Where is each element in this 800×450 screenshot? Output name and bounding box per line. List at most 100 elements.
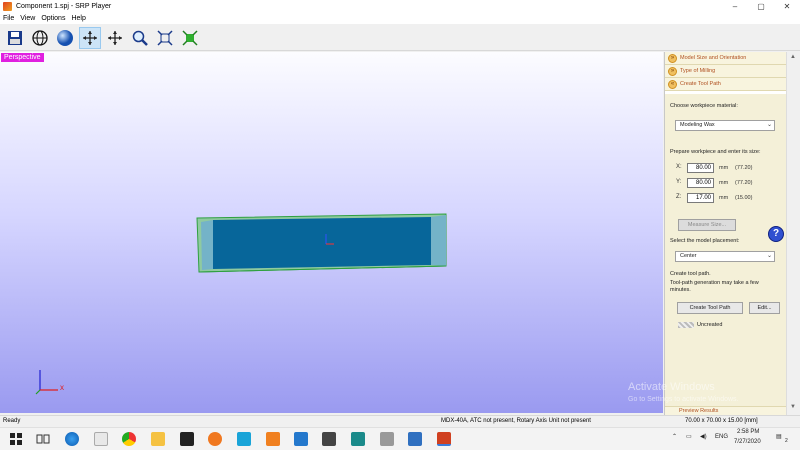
clock-time[interactable]: 2:58 PM bbox=[737, 429, 759, 435]
menu-help[interactable]: Help bbox=[71, 15, 85, 22]
move-icon[interactable] bbox=[79, 26, 101, 49]
chevron-down-icon: » bbox=[668, 53, 677, 63]
chevron-down-icon: ⌄ bbox=[766, 253, 772, 259]
pan-icon[interactable] bbox=[104, 27, 126, 49]
toolbar bbox=[0, 25, 800, 51]
y-label: Y: bbox=[676, 179, 682, 185]
chevron-down-icon: ⌄ bbox=[766, 122, 772, 128]
status-bar: Ready MDX-40A, ATC not present, Rotary A… bbox=[0, 415, 800, 427]
app-icon[interactable] bbox=[351, 432, 365, 446]
z-label: Z: bbox=[676, 194, 682, 200]
material-value: Modeling Wax bbox=[680, 122, 715, 128]
notification-icon[interactable]: ▤ bbox=[776, 433, 782, 440]
panel-scrollbar[interactable]: ▲ ▼ bbox=[786, 52, 800, 415]
size-label: Prepare workpiece and enter its size: bbox=[670, 149, 761, 155]
step-type-of-milling[interactable]: » Type of Milling bbox=[665, 65, 786, 78]
measure-size-button[interactable]: Measure Size... bbox=[678, 219, 736, 231]
srp-player-icon[interactable] bbox=[437, 432, 451, 446]
3d-viewport[interactable]: Perspective x bbox=[0, 52, 663, 413]
chrome-icon[interactable] bbox=[122, 432, 136, 446]
notification-badge: 2 bbox=[785, 438, 788, 444]
menu-view[interactable]: View bbox=[20, 15, 35, 22]
create-label: Create tool path. bbox=[670, 271, 711, 277]
app-icon[interactable] bbox=[266, 432, 280, 446]
x-unit: mm bbox=[719, 165, 729, 171]
help-icon[interactable]: ? bbox=[768, 226, 784, 242]
step-label: Create Tool Path bbox=[680, 81, 721, 87]
placement-value: Center bbox=[680, 253, 697, 259]
placement-label: Select the model placement: bbox=[670, 238, 740, 244]
material-label: Choose workpiece material: bbox=[670, 103, 738, 109]
fit-all-icon[interactable] bbox=[179, 27, 201, 49]
chevron-up-icon[interactable]: ⌃ bbox=[672, 433, 677, 440]
zoom-icon[interactable] bbox=[129, 27, 151, 49]
title-bar: Component 1.spj - SRP Player – ▢ ✕ bbox=[0, 0, 800, 13]
task-view-icon[interactable] bbox=[36, 432, 50, 446]
volume-icon[interactable]: ◀) bbox=[700, 433, 707, 440]
close-button[interactable]: ✕ bbox=[774, 0, 800, 13]
menu-options[interactable]: Options bbox=[41, 15, 65, 22]
step-label: Model Size and Orientation bbox=[680, 55, 747, 61]
status-machine: MDX-40A, ATC not present, Rotary Axis Un… bbox=[441, 418, 591, 424]
preview-label: Preview Results bbox=[679, 408, 719, 414]
chevron-up-icon: « bbox=[668, 79, 677, 89]
scroll-down-icon[interactable]: ▼ bbox=[790, 404, 796, 410]
y-unit: mm bbox=[719, 180, 729, 186]
taskbar: ⌃ ▭ ◀) ENG 2:58 PM 7/27/2020 ▤ 2 bbox=[0, 427, 800, 450]
activation-watermark-title: Activate Windows bbox=[628, 381, 715, 393]
vscode-icon[interactable] bbox=[294, 432, 308, 446]
file-explorer-icon[interactable] bbox=[151, 432, 165, 446]
step-create-tool-path[interactable]: « Create Tool Path bbox=[665, 78, 786, 91]
status-size: 70.00 x 70.00 x 15.00 [mm] bbox=[685, 418, 758, 424]
start-icon[interactable] bbox=[9, 432, 23, 446]
network-icon[interactable]: ▭ bbox=[686, 433, 692, 440]
minimize-button[interactable]: – bbox=[722, 0, 748, 13]
menu-file[interactable]: File bbox=[3, 15, 14, 22]
sphere-icon[interactable] bbox=[54, 27, 76, 49]
material-select[interactable]: Modeling Wax ⌄ bbox=[675, 120, 775, 131]
blender-icon[interactable] bbox=[208, 432, 222, 446]
activation-watermark-sub: Go to Settings to activate Windows. bbox=[628, 396, 739, 403]
app-icon[interactable] bbox=[380, 432, 394, 446]
x-size-input[interactable]: 80.00 bbox=[687, 163, 714, 173]
chevron-down-icon: » bbox=[668, 66, 677, 76]
app-icon[interactable] bbox=[94, 432, 108, 446]
app-icon[interactable] bbox=[322, 432, 336, 446]
window-title: Component 1.spj - SRP Player bbox=[16, 3, 112, 10]
edit-button[interactable]: Edit... bbox=[749, 302, 780, 314]
x-label: X: bbox=[676, 164, 682, 170]
workpiece-model bbox=[196, 213, 447, 273]
language-indicator[interactable]: ENG bbox=[715, 434, 728, 440]
edge-icon[interactable] bbox=[65, 432, 79, 446]
photos-icon[interactable] bbox=[408, 432, 422, 446]
preview-results-bar[interactable]: Preview Results bbox=[665, 406, 787, 415]
save-icon[interactable] bbox=[4, 27, 26, 49]
create-tool-path-button[interactable]: Create Tool Path bbox=[677, 302, 743, 314]
step-model-size[interactable]: » Model Size and Orientation bbox=[665, 52, 786, 65]
progress-icon bbox=[678, 322, 694, 328]
scroll-up-icon[interactable]: ▲ bbox=[790, 54, 796, 60]
y-hint: (77.20) bbox=[735, 180, 753, 186]
menu-bar: File View Options Help bbox=[0, 13, 800, 24]
y-size-input[interactable]: 80.00 bbox=[687, 178, 714, 188]
maximize-button[interactable]: ▢ bbox=[748, 0, 774, 13]
create-note: Tool-path generation may take a few minu… bbox=[670, 280, 759, 293]
app-icon[interactable] bbox=[180, 432, 194, 446]
wizard-panel: » Model Size and Orientation » Type of M… bbox=[664, 52, 787, 415]
tool-path-status: Uncreated bbox=[697, 322, 723, 328]
app-icon[interactable] bbox=[237, 432, 251, 446]
axis-triad bbox=[35, 370, 58, 395]
x-hint: (77.20) bbox=[735, 165, 753, 171]
status-ready: Ready bbox=[3, 418, 21, 424]
placement-select[interactable]: Center ⌄ bbox=[675, 251, 775, 262]
z-size-input[interactable]: 17.00 bbox=[687, 193, 714, 203]
fit-icon[interactable] bbox=[154, 27, 176, 49]
step-label: Type of Milling bbox=[680, 68, 716, 74]
z-unit: mm bbox=[719, 195, 729, 201]
clock-date[interactable]: 7/27/2020 bbox=[734, 439, 761, 445]
globe-icon[interactable] bbox=[29, 27, 51, 49]
window-controls: – ▢ ✕ bbox=[722, 0, 800, 13]
z-hint: (15.00) bbox=[735, 195, 753, 201]
axis-x-label: x bbox=[60, 383, 64, 392]
step-content: Choose workpiece material: Modeling Wax … bbox=[665, 94, 787, 406]
